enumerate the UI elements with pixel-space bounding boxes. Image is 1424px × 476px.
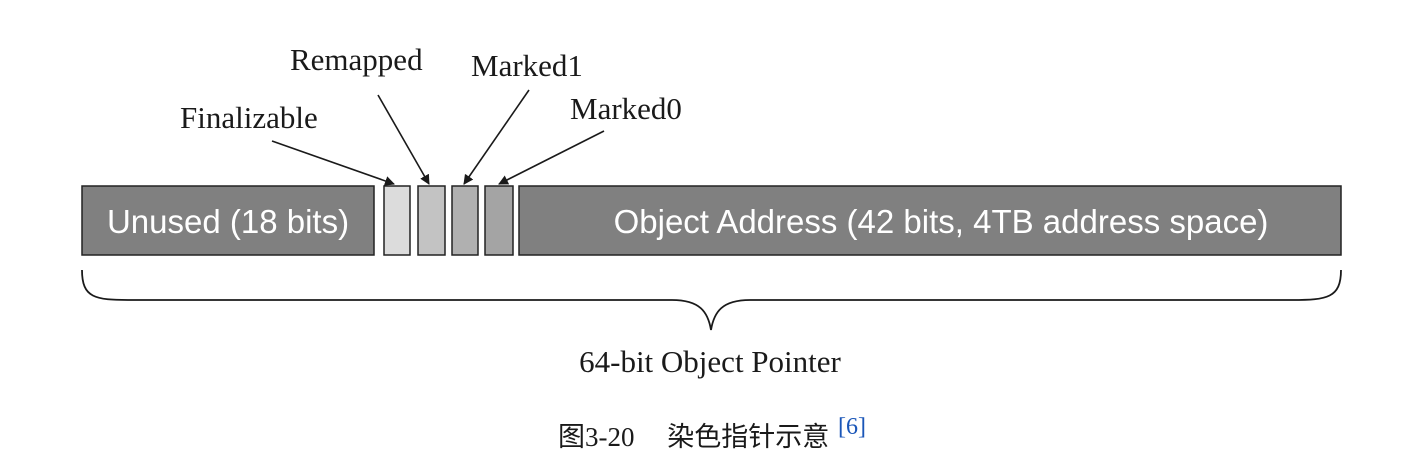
pointer-width-label: 64-bit Object Pointer — [579, 344, 841, 379]
address-segment-label: Object Address (42 bits, 4TB address spa… — [614, 203, 1269, 240]
remapped-label: Remapped — [290, 42, 423, 77]
address-segment: Object Address (42 bits, 4TB address spa… — [518, 185, 1342, 256]
finalizable-label: Finalizable — [180, 100, 318, 135]
pointer-brace — [81, 269, 1342, 331]
marked0-label: Marked0 — [570, 91, 682, 126]
remapped-bit — [417, 185, 446, 256]
marked1-label: Marked1 — [471, 48, 583, 83]
caption-text: 染色指针示意 — [667, 422, 829, 453]
marked1-bit — [451, 185, 479, 256]
marked0-bit — [484, 185, 514, 256]
marked0-arrow — [498, 130, 605, 185]
figure-caption: 图3-20 染色指针示意 [6] — [558, 414, 866, 453]
remapped-arrow — [377, 94, 430, 185]
finalizable-arrow — [271, 140, 395, 186]
finalizable-bit — [383, 185, 411, 256]
unused-segment: Unused (18 bits) — [81, 185, 375, 256]
caption-number: 图3-20 — [558, 422, 635, 452]
colored-pointer-diagram: Unused (18 bits) Object Address (42 bits… — [81, 42, 1342, 453]
unused-segment-label: Unused (18 bits) — [107, 203, 349, 240]
caption-reference: [6] — [838, 414, 866, 440]
marked1-arrow — [463, 89, 530, 185]
